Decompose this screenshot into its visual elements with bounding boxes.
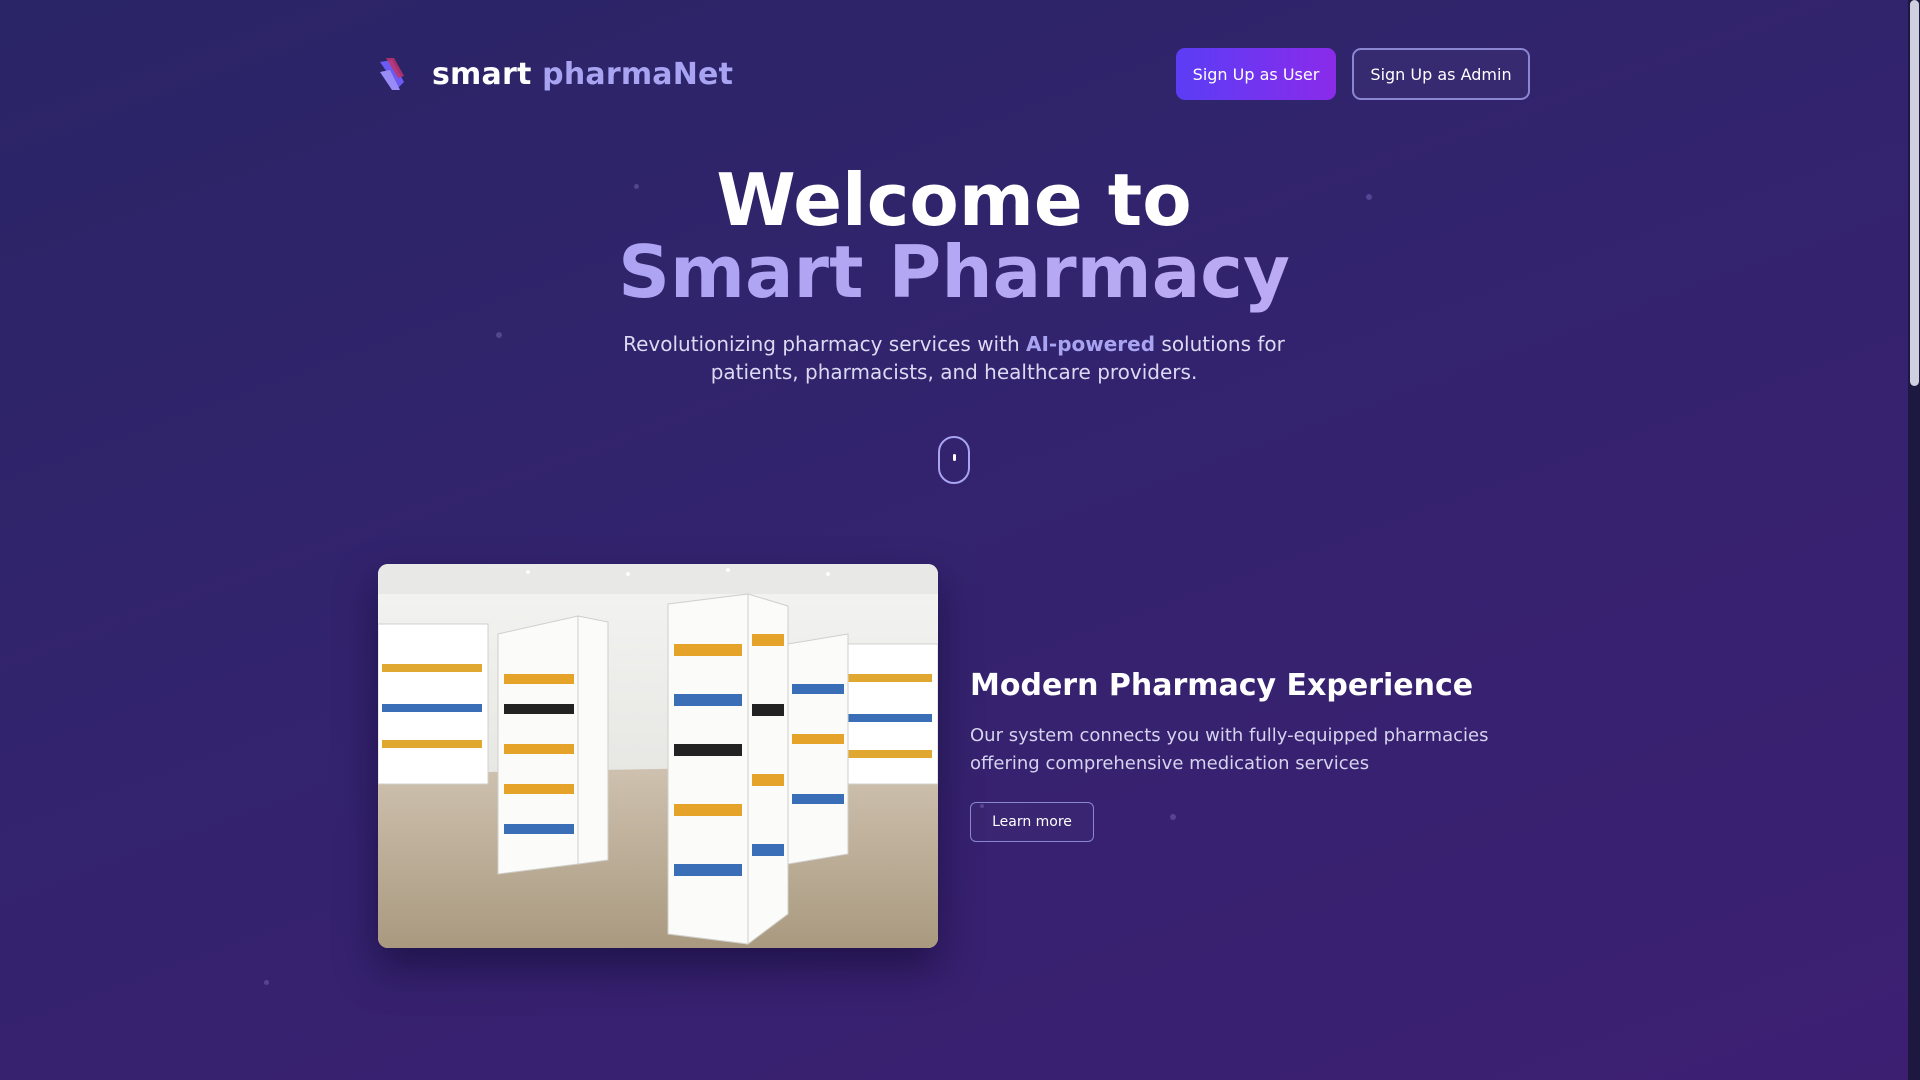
brand[interactable]: smart pharmaNet xyxy=(378,48,733,100)
feature-description: Our system connects you with fully-equip… xyxy=(970,725,1489,774)
brand-name: smart pharmaNet xyxy=(432,57,733,92)
hero-subtitle: Revolutionizing pharmacy services with A… xyxy=(604,330,1304,386)
pharmacy-interior-illustration xyxy=(378,564,938,948)
feature-title: Modern Pharmacy Experience xyxy=(970,668,1474,703)
signup-user-button[interactable]: Sign Up as User xyxy=(1176,48,1336,100)
hero-subtitle-start: Revolutionizing pharmacy services with xyxy=(623,332,1026,356)
brand-name-smart: smart xyxy=(432,56,532,92)
stacked-arrows-logo-icon xyxy=(380,58,404,90)
learn-more-button[interactable]: Learn more xyxy=(970,802,1094,842)
background-particle xyxy=(264,980,269,985)
background-particle xyxy=(1170,814,1176,820)
brand-name-pharmanet: pharmaNet xyxy=(542,56,734,92)
page-scrollbar[interactable] xyxy=(1908,0,1920,1080)
pharmacy-interior-image xyxy=(378,564,938,948)
signup-admin-button[interactable]: Sign Up as Admin xyxy=(1352,48,1530,100)
mouse-scroll-icon[interactable] xyxy=(938,436,970,484)
top-navigation: smart pharmaNet Sign Up as User Sign Up … xyxy=(378,48,1530,100)
scrollbar-thumb[interactable] xyxy=(1910,0,1919,386)
background-particle xyxy=(496,332,502,338)
hero-subtitle-highlight: AI-powered xyxy=(1025,332,1156,356)
hero-title-line2: Smart Pharmacy xyxy=(0,230,1908,314)
mouse-wheel-icon xyxy=(953,454,956,461)
